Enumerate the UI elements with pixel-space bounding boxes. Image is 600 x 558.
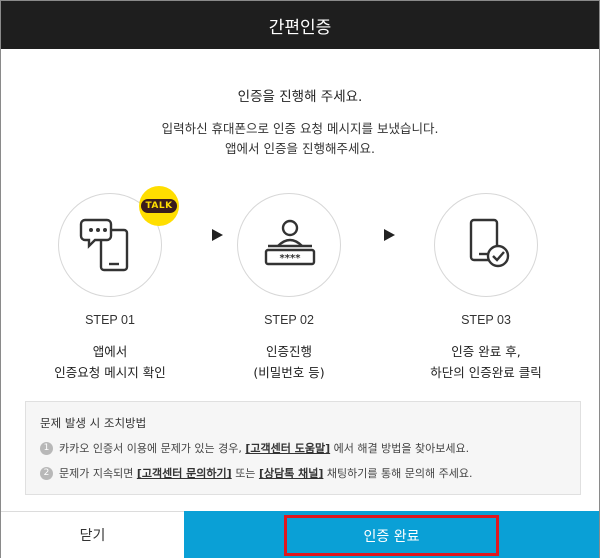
- phone-check-icon: [469, 218, 510, 268]
- step-3-line1: 인증 완료 후,: [451, 344, 521, 359]
- step-3-circle: [434, 193, 538, 297]
- intro-desc-line2: 앱에서 인증을 진행해주세요.: [225, 141, 375, 156]
- help-center-guide-link[interactable]: [고객센터 도움말]: [245, 440, 330, 456]
- intro-lead: 인증을 진행해 주세요.: [237, 89, 363, 105]
- step-1-text: 앱에서 인증요청 메시지 확인: [10, 341, 210, 383]
- help-item-1-number: 1: [40, 441, 53, 455]
- intro-description: 입력하신 휴대폰으로 인증 요청 메시지를 보냈습니다. 앱에서 인증을 진행해…: [1, 119, 599, 159]
- help-item-1: 1 카카오 인증서 이용에 문제가 있는 경우, [고객센터 도움말] 에서 해…: [40, 440, 566, 456]
- help-title: 문제 발생 시 조치방법: [40, 416, 147, 430]
- step-1-circle: TALK: [58, 186, 179, 297]
- consult-talk-channel-link[interactable]: [상담톡 채널]: [259, 465, 323, 481]
- help-item-1-pre: 카카오 인증서 이용에 문제가 있는 경우,: [59, 442, 242, 455]
- step-3-line2: 하단의 인증완료 클릭: [430, 365, 542, 380]
- intro-section: 인증을 진행해 주세요. 입력하신 휴대폰으로 인증 요청 메시지를 보냈습니다…: [1, 85, 599, 159]
- step-1-line2: 인증요청 메시지 확인: [54, 365, 166, 380]
- modal-footer: 닫기 인증 완료: [1, 511, 599, 558]
- help-item-2-pre: 문제가 지속되면: [59, 467, 134, 480]
- kakaotalk-badge-icon: TALK: [139, 186, 179, 226]
- step-1-line1: 앱에서: [92, 344, 128, 359]
- step-1: TALK STEP 01 앱에서 인증요청 메시지 확인: [10, 186, 210, 383]
- auth-complete-label: 인증 완료: [363, 528, 420, 545]
- step-1-label: STEP 01: [85, 313, 135, 327]
- auth-modal: 간편인증 인증을 진행해 주세요. 입력하신 휴대폰으로 인증 요청 메시지를 …: [0, 0, 600, 558]
- help-item-2: 2 문제가 지속되면 [고객센터 문의하기] 또는 [상담톡 채널] 채팅하기를…: [40, 465, 566, 481]
- modal-header: 간편인증: [1, 1, 599, 49]
- step-3-text: 인증 완료 후, 하단의 인증완료 클릭: [386, 341, 586, 383]
- help-center-inquiry-link[interactable]: [고객센터 문의하기]: [137, 465, 232, 481]
- step-2-text: 인증진행 (비밀번호 등): [189, 341, 389, 383]
- intro-desc-line1: 입력하신 휴대폰으로 인증 요청 메시지를 보냈습니다.: [161, 121, 439, 136]
- password-user-icon: ****: [264, 219, 316, 266]
- step-2-label: STEP 02: [264, 313, 314, 327]
- auth-complete-button[interactable]: 인증 완료: [184, 511, 599, 558]
- help-box: 문제 발생 시 조치방법 1 카카오 인증서 이용에 문제가 있는 경우, [고…: [25, 401, 581, 495]
- modal-title: 간편인증: [268, 17, 332, 38]
- step-2: **** STEP 02 인증진행 (비밀번호 등): [189, 193, 389, 383]
- svg-text:****: ****: [280, 253, 302, 264]
- step-3: STEP 03 인증 완료 후, 하단의 인증완료 클릭: [386, 193, 586, 383]
- step-3-label: STEP 03: [461, 313, 511, 327]
- step-2-line1: 인증진행: [265, 344, 312, 359]
- steps-section: TALK STEP 01 앱에서 인증요청 메시지 확인 **** STEP 0…: [1, 186, 599, 383]
- highlight-frame: 인증 완료: [284, 515, 499, 556]
- help-item-2-mid: 또는: [235, 467, 256, 480]
- close-button[interactable]: 닫기: [1, 511, 184, 558]
- step-2-line2: (비밀번호 등): [253, 365, 325, 380]
- talk-badge-text: TALK: [141, 199, 177, 213]
- help-item-1-post: 에서 해결 방법을 찾아보세요.: [333, 442, 470, 455]
- step-2-circle: ****: [237, 193, 341, 297]
- close-button-label: 닫기: [79, 528, 106, 544]
- help-item-2-post: 채팅하기를 통해 문의해 주세요.: [326, 467, 473, 480]
- help-item-2-number: 2: [40, 466, 53, 480]
